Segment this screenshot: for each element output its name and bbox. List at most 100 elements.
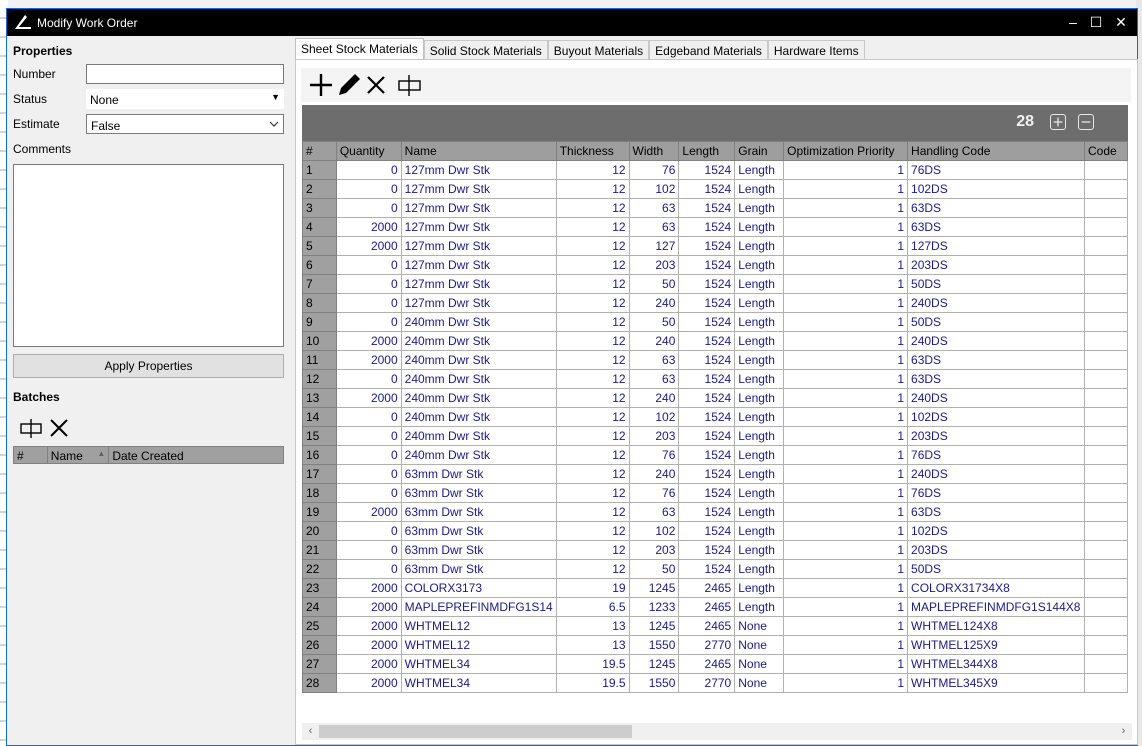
table-cell[interactable]: Length — [734, 331, 785, 351]
table-row[interactable]: 7 0 127mm Dwr Stk 12 50 1524 Length 1 50DS — [302, 274, 1128, 294]
table-cell[interactable]: Length — [734, 388, 785, 408]
col-handling-code[interactable]: Handling Code — [907, 141, 1086, 161]
table-cell[interactable]: 76 — [628, 483, 680, 503]
table-cell[interactable]: 0 — [335, 407, 402, 427]
col-code[interactable]: Code — [1084, 141, 1128, 161]
row-header-cell[interactable]: 9 — [302, 312, 337, 332]
row-header-cell[interactable]: 24 — [302, 597, 337, 617]
table-cell[interactable]: 76DS — [907, 160, 1086, 180]
table-cell[interactable]: 63 — [628, 502, 680, 522]
table-cell[interactable] — [1084, 426, 1128, 446]
table-cell[interactable]: 2465 — [678, 597, 736, 617]
table-cell[interactable] — [1084, 521, 1128, 541]
collapse-all-icon[interactable] — [1078, 114, 1094, 130]
table-cell[interactable]: 127mm Dwr Stk — [400, 236, 557, 256]
table-cell[interactable]: 1524 — [678, 236, 736, 256]
table-cell[interactable]: 203 — [628, 426, 680, 446]
table-cell[interactable]: WHTMEL345X9 — [907, 673, 1086, 693]
row-header-cell[interactable]: 3 — [302, 198, 337, 218]
table-cell[interactable]: 12 — [555, 179, 630, 199]
table-cell[interactable]: 2000 — [335, 236, 402, 256]
table-cell[interactable]: 63 — [628, 350, 680, 370]
table-cell[interactable]: 2000 — [335, 502, 402, 522]
table-cell[interactable]: 12 — [555, 160, 630, 180]
table-row[interactable]: 9 0 240mm Dwr Stk 12 50 1524 Length 1 50DS — [302, 312, 1128, 332]
batch-col-name[interactable]: Name ▲ — [48, 447, 110, 463]
table-cell[interactable] — [1084, 483, 1128, 503]
table-cell[interactable]: 1524 — [678, 293, 736, 313]
table-cell[interactable]: 0 — [335, 464, 402, 484]
table-cell[interactable] — [1084, 673, 1128, 693]
table-cell[interactable]: 1 — [783, 464, 909, 484]
table-cell[interactable]: 1 — [783, 654, 909, 674]
table-cell[interactable]: 63DS — [907, 217, 1086, 237]
table-cell[interactable]: WHTMEL12 — [400, 635, 557, 655]
table-cell[interactable]: 1524 — [678, 217, 736, 237]
table-cell[interactable]: 102 — [628, 407, 680, 427]
table-row[interactable]: 20 0 63mm Dwr Stk 12 102 1524 Length 1 102DS — [302, 521, 1128, 541]
table-cell[interactable]: 1524 — [678, 521, 736, 541]
scroll-left-button[interactable]: ‹ — [302, 723, 319, 740]
table-cell[interactable]: 12 — [555, 407, 630, 427]
col-name[interactable]: Name — [400, 141, 557, 161]
table-cell[interactable]: 19 — [555, 578, 630, 598]
table-cell[interactable]: Length — [734, 426, 785, 446]
table-cell[interactable]: 0 — [335, 255, 402, 275]
table-row[interactable]: 1 0 127mm Dwr Stk 12 76 1524 Length 1 76DS — [302, 160, 1128, 180]
table-cell[interactable]: None — [734, 616, 785, 636]
table-cell[interactable]: 1245 — [628, 654, 680, 674]
table-row[interactable]: 5 2000 127mm Dwr Stk 12 127 1524 Length 1 127DS — [302, 236, 1128, 256]
row-header-cell[interactable]: 12 — [302, 369, 337, 389]
table-cell[interactable]: 50DS — [907, 274, 1086, 294]
table-cell[interactable]: 240 — [628, 331, 680, 351]
table-cell[interactable]: 1524 — [678, 445, 736, 465]
table-cell[interactable]: 63mm Dwr Stk — [400, 559, 557, 579]
row-header-cell[interactable]: 26 — [302, 635, 337, 655]
row-header-cell[interactable]: 17 — [302, 464, 337, 484]
delete-icon[interactable] — [362, 71, 390, 99]
table-cell[interactable]: 0 — [335, 179, 402, 199]
row-header-cell[interactable]: 2 — [302, 179, 337, 199]
table-cell[interactable]: 240mm Dwr Stk — [400, 369, 557, 389]
scroll-thumb[interactable] — [319, 725, 632, 738]
table-row[interactable]: 17 0 63mm Dwr Stk 12 240 1524 Length 1 240DS — [302, 464, 1128, 484]
table-row[interactable]: 22 0 63mm Dwr Stk 12 50 1524 Length 1 50DS — [302, 559, 1128, 579]
table-cell[interactable]: 12 — [555, 236, 630, 256]
table-cell[interactable]: 1524 — [678, 255, 736, 275]
table-cell[interactable]: 12 — [555, 559, 630, 579]
table-cell[interactable] — [1084, 578, 1128, 598]
table-cell[interactable]: 240DS — [907, 464, 1086, 484]
table-cell[interactable]: 1 — [783, 540, 909, 560]
table-cell[interactable]: Length — [734, 597, 785, 617]
apply-properties-button[interactable]: Apply Properties — [13, 354, 284, 378]
row-header-cell[interactable]: 5 — [302, 236, 337, 256]
table-cell[interactable]: Length — [734, 293, 785, 313]
table-cell[interactable]: 240mm Dwr Stk — [400, 426, 557, 446]
table-cell[interactable] — [1084, 312, 1128, 332]
table-cell[interactable]: 1 — [783, 673, 909, 693]
table-cell[interactable]: Length — [734, 236, 785, 256]
row-header-cell[interactable]: 4 — [302, 217, 337, 237]
table-cell[interactable]: 1 — [783, 198, 909, 218]
tab-hardware-items[interactable]: Hardware Items — [767, 40, 865, 60]
table-cell[interactable]: 2465 — [678, 654, 736, 674]
table-cell[interactable]: 1524 — [678, 407, 736, 427]
row-header-cell[interactable]: 23 — [302, 578, 337, 598]
status-select[interactable]: None ▼ — [86, 89, 284, 109]
tab-buyout-materials[interactable]: Buyout Materials — [547, 40, 650, 60]
table-cell[interactable]: Length — [734, 312, 785, 332]
table-cell[interactable]: WHTMEL12 — [400, 616, 557, 636]
maximize-button[interactable]: ☐ — [1083, 12, 1109, 32]
table-cell[interactable]: 102 — [628, 521, 680, 541]
close-button[interactable]: ✕ — [1108, 12, 1134, 32]
row-header-cell[interactable]: 8 — [302, 293, 337, 313]
table-cell[interactable]: 1 — [783, 388, 909, 408]
table-cell[interactable]: 1 — [783, 445, 909, 465]
row-header-cell[interactable]: 7 — [302, 274, 337, 294]
table-cell[interactable]: 1 — [783, 274, 909, 294]
table-cell[interactable]: 1 — [783, 160, 909, 180]
table-cell[interactable] — [1084, 293, 1128, 313]
table-cell[interactable]: 1 — [783, 217, 909, 237]
table-cell[interactable]: 203DS — [907, 426, 1086, 446]
table-row[interactable]: 15 0 240mm Dwr Stk 12 203 1524 Length 1 203DS — [302, 426, 1128, 446]
